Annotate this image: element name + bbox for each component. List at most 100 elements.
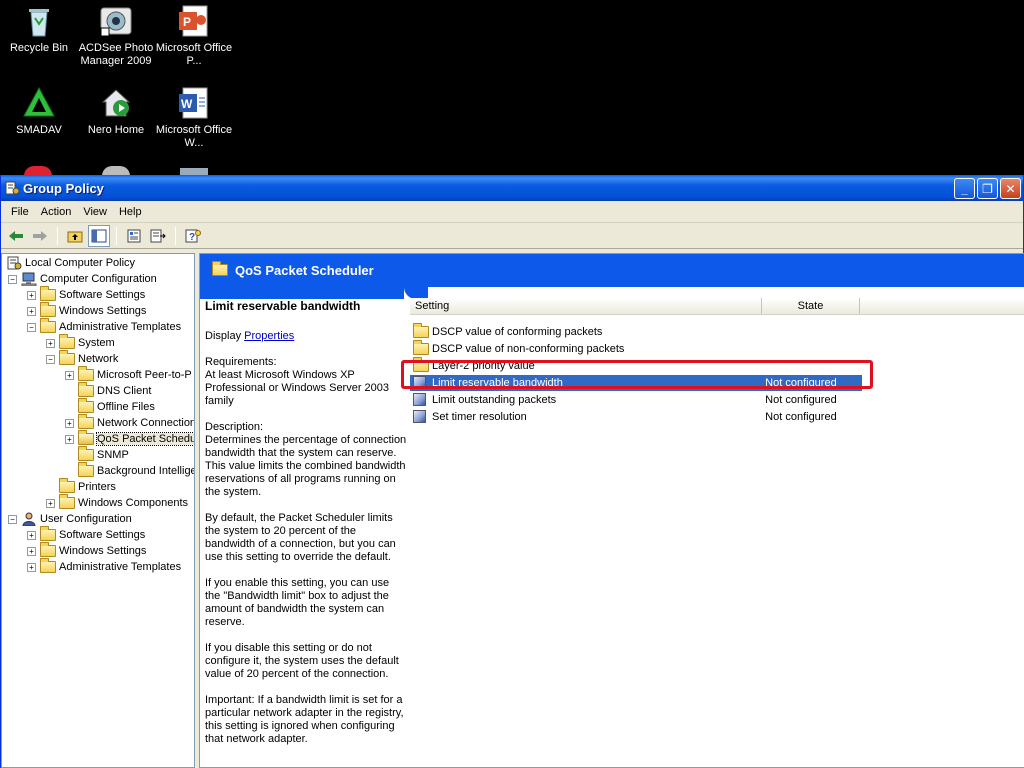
tree-item-user-configuration[interactable]: − User Configuration xyxy=(8,511,132,527)
enable-behavior-text: If you enable this setting, you can use … xyxy=(205,577,390,628)
expand-toggle[interactable]: + xyxy=(27,530,36,540)
expand-toggle[interactable]: + xyxy=(46,338,55,348)
folder-icon xyxy=(40,542,56,558)
tree-item-windows-settings[interactable]: + Windows Settings xyxy=(27,302,146,319)
svg-text:P: P xyxy=(183,15,191,29)
back-arrow-icon xyxy=(9,230,23,241)
disable-behavior-text: If you disable this setting or do not co… xyxy=(205,642,399,680)
folder-icon xyxy=(40,286,56,302)
tree-item-label: Offline Files xyxy=(97,401,155,413)
desktop-icon-office-powerpoint[interactable]: P Microsoft Office P... xyxy=(155,4,233,68)
menu-action[interactable]: Action xyxy=(35,206,78,218)
header-band-extension xyxy=(200,287,404,299)
tree-item-offline-files[interactable]: Offline Files xyxy=(65,398,155,415)
desktop-icon-label: Recycle Bin xyxy=(9,42,69,54)
tree-item-label: Microsoft Peer-to-P xyxy=(97,369,192,381)
policy-setting-icon xyxy=(413,376,429,390)
tree-item-dns-client[interactable]: DNS Client xyxy=(65,382,151,399)
folder-icon xyxy=(78,382,94,398)
nero-home-icon xyxy=(99,86,133,120)
desktop-icon-recycle-bin[interactable]: Recycle Bin xyxy=(0,4,78,55)
tree-item-local-computer-policy[interactable]: Local Computer Policy xyxy=(6,255,135,271)
policy-document-icon xyxy=(6,256,22,270)
folder-icon xyxy=(40,302,56,318)
tree-item-user-administrative-templates[interactable]: + Administrative Templates xyxy=(27,558,181,575)
desktop-icon-smadav[interactable]: SMADAV xyxy=(0,86,78,137)
tree-item-system[interactable]: + System xyxy=(46,334,115,351)
tree-item-label: Network xyxy=(78,353,119,365)
tree-item-windows-components[interactable]: + Windows Components xyxy=(46,494,188,511)
desktop-icon-office-word[interactable]: W Microsoft Office W... xyxy=(155,86,233,150)
folder-icon xyxy=(59,494,75,510)
list-item[interactable]: Limit outstanding packets Not configured xyxy=(410,392,862,408)
collapse-toggle[interactable]: − xyxy=(46,354,55,364)
title-bar[interactable]: Group Policy _ ❐ ✕ xyxy=(1,175,1023,201)
menu-file[interactable]: File xyxy=(5,206,35,218)
acdsee-photo-icon xyxy=(99,4,133,38)
desktop-icon-label: ACDSee Photo Manager 2009 xyxy=(78,42,154,67)
column-header-state[interactable]: State xyxy=(762,298,860,314)
properties-link[interactable]: Properties xyxy=(244,330,294,342)
list-item[interactable]: DSCP value of conforming packets xyxy=(410,323,862,340)
folder-icon xyxy=(78,446,94,462)
open-folder-icon xyxy=(78,430,94,446)
tree-item-label: System xyxy=(78,337,115,349)
maximize-button[interactable]: ❐ xyxy=(977,178,998,199)
back-button[interactable] xyxy=(5,225,27,247)
list-item[interactable]: Set timer resolution Not configured xyxy=(410,409,862,425)
list-item[interactable]: DSCP value of non-conforming packets xyxy=(410,340,862,357)
forward-button[interactable] xyxy=(29,225,51,247)
tree-item-label: Computer Configuration xyxy=(40,273,157,285)
expand-toggle[interactable]: + xyxy=(27,562,36,572)
tree-item-qos-packet-scheduler[interactable]: + QoS Packet Schedu xyxy=(65,430,194,447)
list-item-selected[interactable]: Limit reservable bandwidth Not configure… xyxy=(410,375,862,391)
show-hide-tree-button[interactable] xyxy=(88,224,110,247)
collapse-toggle[interactable]: − xyxy=(8,274,17,284)
properties-icon xyxy=(127,229,141,242)
list-item-name: Layer-2 priority value xyxy=(432,360,535,372)
user-icon xyxy=(21,512,37,527)
tree-item-computer-configuration[interactable]: − Computer Configuration xyxy=(8,271,157,287)
expand-toggle[interactable]: + xyxy=(27,546,36,556)
collapse-toggle[interactable]: − xyxy=(8,514,17,524)
expand-toggle[interactable]: + xyxy=(46,498,55,508)
tree-item-software-settings[interactable]: + Software Settings xyxy=(27,286,145,303)
policy-setting-icon xyxy=(413,410,429,424)
tree-item-printers[interactable]: Printers xyxy=(46,478,116,495)
tree-item-label: Windows Settings xyxy=(59,545,147,557)
tree-item-administrative-templates[interactable]: − Administrative Templates xyxy=(27,318,181,335)
tree-item-network-connections[interactable]: + Network Connection xyxy=(65,414,194,431)
expand-toggle[interactable]: + xyxy=(65,418,74,428)
list-item[interactable]: Layer-2 priority value xyxy=(410,357,862,374)
expand-toggle[interactable]: + xyxy=(27,306,36,316)
tree-item-user-windows-settings[interactable]: + Windows Settings xyxy=(27,542,147,559)
help-button[interactable]: ? xyxy=(182,225,204,247)
tree-item-background-intelligent-transfer[interactable]: Background Intellige xyxy=(65,462,194,479)
tree-item-user-software-settings[interactable]: + Software Settings xyxy=(27,526,145,543)
tree-item-snmp[interactable]: SNMP xyxy=(65,446,129,463)
folder-icon xyxy=(78,462,94,478)
forward-arrow-icon xyxy=(33,230,47,241)
expand-toggle[interactable]: + xyxy=(65,370,74,380)
export-list-button[interactable] xyxy=(147,225,169,247)
tree-item-microsoft-peer-to-peer[interactable]: + Microsoft Peer-to-P xyxy=(65,366,192,383)
minimize-button[interactable]: _ xyxy=(954,178,975,199)
menu-help[interactable]: Help xyxy=(113,206,148,218)
desktop-icon-nero-home[interactable]: Nero Home xyxy=(77,86,155,137)
folder-icon xyxy=(413,340,429,356)
list-item-name: Limit outstanding packets xyxy=(432,394,557,406)
menu-view[interactable]: View xyxy=(77,206,113,218)
expand-toggle[interactable]: + xyxy=(65,434,74,444)
desktop-icon-acdsee[interactable]: ACDSee Photo Manager 2009 xyxy=(77,4,155,68)
computer-icon xyxy=(21,272,37,287)
column-header-setting[interactable]: Setting xyxy=(410,298,762,314)
expand-toggle[interactable]: + xyxy=(27,290,36,300)
setting-title: Limit reservable bandwidth xyxy=(205,299,361,313)
settings-list: Setting State DSCP value of conforming p… xyxy=(410,298,1024,423)
properties-button[interactable] xyxy=(123,225,145,247)
close-button[interactable]: ✕ xyxy=(1000,178,1021,199)
collapse-toggle[interactable]: − xyxy=(27,322,36,332)
up-one-level-button[interactable] xyxy=(64,225,86,247)
folder-icon xyxy=(59,350,75,366)
tree-item-network[interactable]: − Network xyxy=(46,350,119,367)
